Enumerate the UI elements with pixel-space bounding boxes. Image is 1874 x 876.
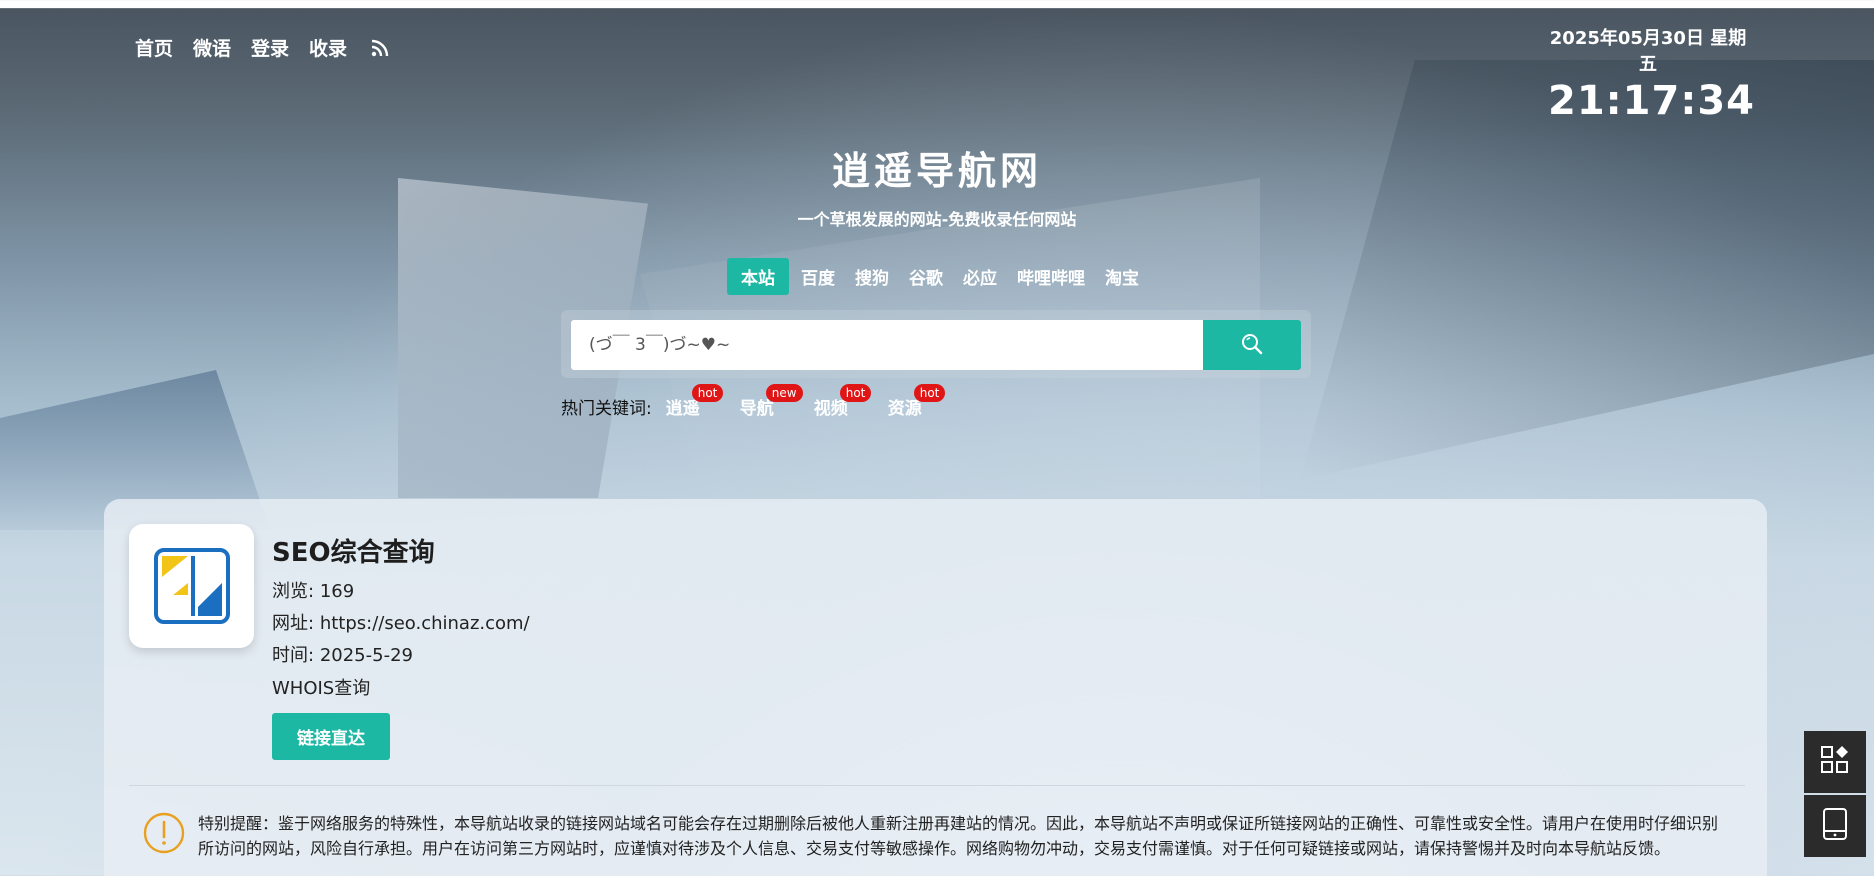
search-bar — [561, 310, 1311, 378]
time-label: 时间: — [272, 645, 315, 666]
site-title: 逍遥导航网 — [831, 149, 1042, 193]
views-label: 浏览: — [272, 581, 315, 602]
whois-link[interactable]: WHOIS查询 — [272, 674, 370, 700]
tab-bilibili[interactable]: 哔哩哔哩 — [1009, 258, 1093, 295]
hot-keyword[interactable]: 视频 hot — [813, 384, 872, 419]
hot-badge: hot — [913, 384, 946, 402]
site-time: 时间: 2025-5-29 — [272, 641, 413, 667]
views-count: 169 — [319, 581, 355, 602]
top-navigation: 首页 微语 登录 收录 — [135, 30, 389, 65]
clock-time: 21:17:34 — [1548, 78, 1755, 124]
search-input[interactable] — [571, 320, 1203, 370]
rss-icon[interactable] — [371, 39, 389, 57]
tab-baidu[interactable]: 百度 — [793, 258, 843, 295]
hot-keyword-text: 逍遥 — [665, 399, 700, 419]
divider — [129, 785, 1745, 786]
site-url: 网址: https://seo.chinaz.com/ — [272, 609, 530, 635]
mobile-icon — [1822, 807, 1848, 845]
apps-icon — [1820, 745, 1850, 779]
tab-google[interactable]: 谷歌 — [901, 258, 951, 295]
hot-keyword-text: 资源 — [887, 399, 922, 419]
tab-taobao[interactable]: 淘宝 — [1097, 258, 1147, 295]
tab-local[interactable]: 本站 — [727, 258, 789, 295]
search-icon — [1240, 332, 1264, 359]
clock-date: 2025年05月30日 星期五 — [1549, 28, 1747, 75]
direct-link-button[interactable]: 链接直达 — [272, 713, 390, 760]
hot-keywords: 热门关键词: 逍遥 hot 导航 new 视频 hot 资源 hot — [561, 384, 962, 419]
time-value: 2025-5-29 — [319, 645, 413, 666]
site-subtitle: 一个草根发展的网站-免费收录任何网站 — [797, 210, 1077, 229]
disclaimer-text: 特别提醒：鉴于网络服务的特殊性，本导航站收录的链接网站域名可能会存在过期删除后被… — [198, 814, 1719, 858]
nav-home[interactable]: 首页 — [135, 30, 179, 65]
search-button[interactable] — [1203, 320, 1301, 370]
site-views: 浏览: 169 — [272, 577, 354, 603]
site-detail-card: SEO综合查询 浏览: 169 网址: https://seo.chinaz.c… — [104, 499, 1767, 876]
nav-weiyu[interactable]: 微语 — [193, 30, 237, 65]
info-icon — [142, 811, 186, 859]
apps-button[interactable] — [1804, 731, 1866, 793]
mobile-button[interactable] — [1804, 795, 1866, 857]
nav-submit[interactable]: 收录 — [309, 30, 353, 65]
hot-badge: hot — [691, 384, 724, 402]
hot-keywords-label: 热门关键词: — [561, 399, 652, 419]
hot-keyword-text: 视频 — [813, 399, 848, 419]
search-engine-tabs: 本站 百度 搜狗 谷歌 必应 哔哩哔哩 淘宝 — [0, 258, 1874, 295]
tab-sogou[interactable]: 搜狗 — [847, 258, 897, 295]
clock-widget: 2025年05月30日 星期五 21:17:34 — [1548, 24, 1755, 124]
hot-badge: hot — [839, 384, 872, 402]
chinaz-logo-icon — [153, 548, 230, 624]
nav-login[interactable]: 登录 — [251, 30, 295, 65]
site-name: SEO综合查询 — [272, 538, 435, 568]
search-box — [571, 320, 1301, 370]
tab-bing[interactable]: 必应 — [955, 258, 1005, 295]
hot-keyword[interactable]: 资源 hot — [887, 384, 946, 419]
hot-keyword[interactable]: 导航 new — [739, 384, 803, 419]
new-badge: new — [765, 384, 803, 402]
hot-keyword[interactable]: 逍遥 hot — [665, 384, 724, 419]
site-logo — [129, 524, 254, 648]
url-value: https://seo.chinaz.com/ — [319, 613, 530, 634]
url-label: 网址: — [272, 613, 315, 634]
hot-keyword-text: 导航 — [739, 399, 774, 419]
